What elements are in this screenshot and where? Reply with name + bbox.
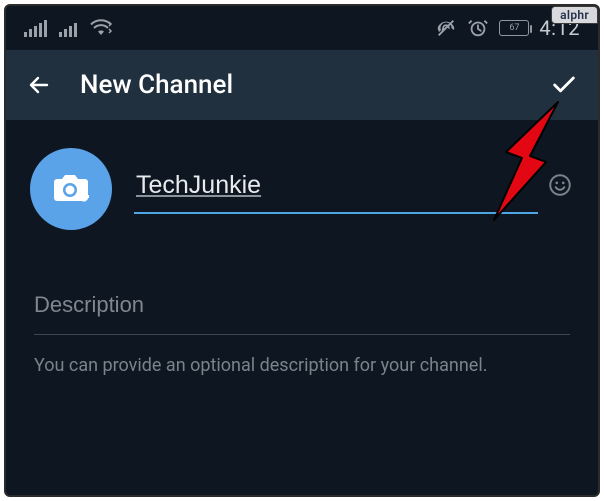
signal-2-icon [59, 19, 77, 37]
description-input[interactable] [34, 288, 570, 335]
app-header: New Channel [6, 50, 598, 120]
alarm-icon [467, 17, 489, 39]
page-title: New Channel [80, 70, 522, 100]
back-button[interactable] [26, 72, 52, 98]
signal-1-icon [24, 19, 47, 37]
watermark-badge: alphr [551, 6, 598, 24]
emoji-button[interactable] [546, 171, 574, 199]
wifi-icon [89, 19, 113, 37]
battery-icon: 67 [499, 20, 529, 36]
smiley-icon [547, 172, 573, 198]
channel-name-input[interactable] [134, 165, 538, 214]
channel-photo-button[interactable] [30, 148, 112, 230]
form-content: You can provide an optional description … [6, 120, 598, 406]
eye-off-icon [435, 17, 457, 39]
status-bar: 67 4:12 [6, 6, 598, 50]
screenshot-frame: alphr [4, 4, 600, 497]
confirm-button[interactable] [550, 71, 578, 99]
camera-add-icon [51, 171, 91, 207]
description-hint: You can provide an optional description … [34, 353, 570, 378]
